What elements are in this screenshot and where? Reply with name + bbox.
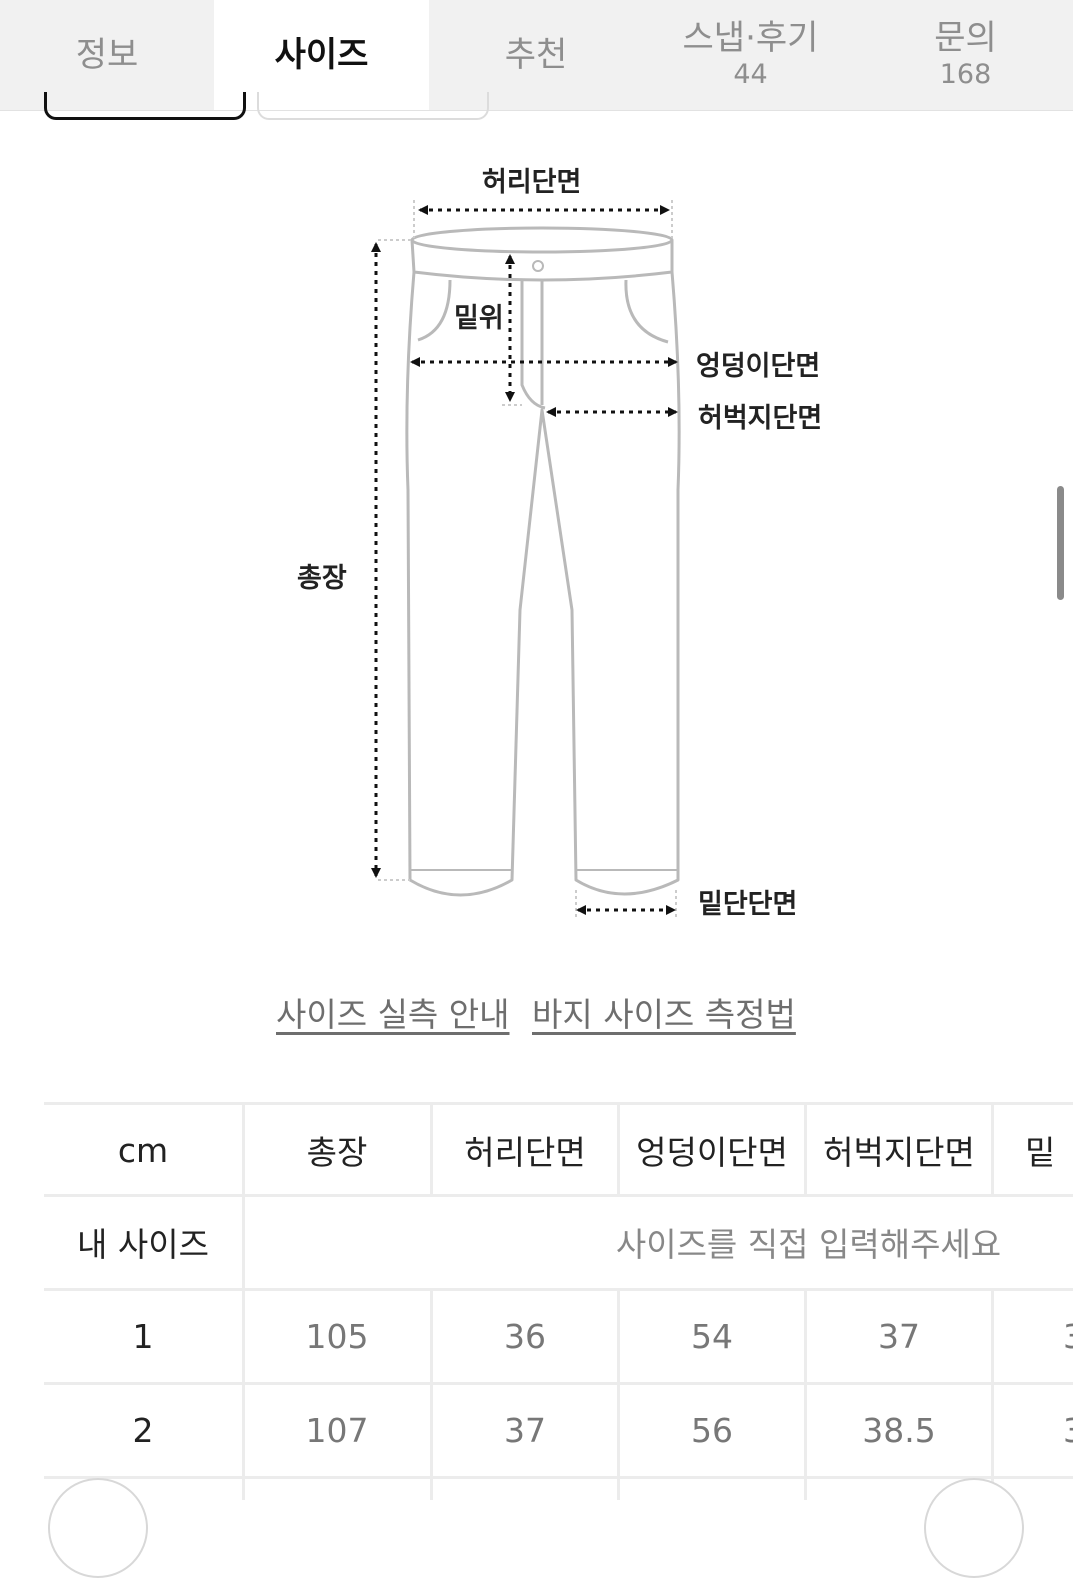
my-size-row: 내 사이즈 사이즈를 직접 입력해주세요 <box>44 1196 1073 1288</box>
value-cell: 54 <box>691 1316 733 1356</box>
tab-label: 사이즈 <box>274 35 369 75</box>
tab-label: 스냅·후기 <box>682 18 819 58</box>
length-label: 총장 <box>297 563 347 594</box>
waist-label: 허리단면 <box>482 167 582 198</box>
tab-count: 168 <box>939 59 992 90</box>
header-cell: 엉덩이단면 <box>636 1133 788 1172</box>
hip-label: 엉덩이단면 <box>696 351 821 382</box>
pants-measurement-diagram: 허리단면 밑위 엉덩이단면 허벅지단면 총장 밑단단면 <box>0 130 1073 950</box>
nav-circle-button[interactable] <box>924 1478 1024 1578</box>
tab-label: 추천 <box>504 35 568 75</box>
hem-label: 밑단단면 <box>698 889 798 920</box>
header-cell: 밑 <box>1025 1133 1056 1172</box>
size-guide-link[interactable]: 사이즈 실측 안내 <box>276 988 510 1036</box>
nav-circle-button[interactable] <box>48 1478 148 1578</box>
value-cell: 3 <box>993 1384 1073 1476</box>
scrollbar[interactable] <box>1057 486 1064 600</box>
table-row: 1 105 36 54 37 3 <box>44 1290 1073 1382</box>
selected-chip[interactable] <box>44 92 246 120</box>
value-cell: 38.5 <box>862 1410 936 1450</box>
tab-label: 정보 <box>75 35 139 75</box>
header-cell: 허벅지단면 <box>823 1133 975 1172</box>
tab-inquiry[interactable]: 문의 168 <box>858 0 1073 110</box>
tab-count: 44 <box>733 59 768 90</box>
measure-method-link[interactable]: 바지 사이즈 측정법 <box>532 988 796 1036</box>
table-row: 2 107 37 56 38.5 3 <box>44 1384 1073 1476</box>
size-cell: 1 <box>132 1316 154 1356</box>
header-cell: cm <box>117 1130 169 1170</box>
size-table: cm 총장 허리단면 엉덩이단면 허벅지단면 밑 내 사이즈 사이즈를 직접 입… <box>44 1102 1073 1500</box>
value-cell: 37 <box>878 1316 920 1356</box>
size-cell: 2 <box>132 1410 154 1450</box>
option-chip[interactable] <box>257 92 489 120</box>
my-size-input[interactable]: 사이즈를 직접 입력해주세요 <box>244 1196 1073 1288</box>
value-cell: 105 <box>305 1316 369 1356</box>
tab-snap-review[interactable]: 스냅·후기 44 <box>643 0 858 110</box>
header-cell: 허리단면 <box>464 1133 586 1172</box>
table-header-row: cm 총장 허리단면 엉덩이단면 허벅지단면 밑 <box>44 1104 1073 1196</box>
my-size-label: 내 사이즈 <box>77 1225 209 1264</box>
thigh-label: 허벅지단면 <box>698 403 823 434</box>
value-cell: 36 <box>504 1316 546 1356</box>
value-cell: 107 <box>305 1410 369 1450</box>
header-cell: 총장 <box>306 1133 368 1172</box>
rise-label: 밑위 <box>454 303 504 334</box>
value-cell: 56 <box>691 1410 733 1450</box>
tab-label: 문의 <box>934 18 997 58</box>
value-cell: 37 <box>504 1410 546 1450</box>
pants-illustration <box>371 200 681 920</box>
value-cell: 3 <box>993 1290 1073 1382</box>
